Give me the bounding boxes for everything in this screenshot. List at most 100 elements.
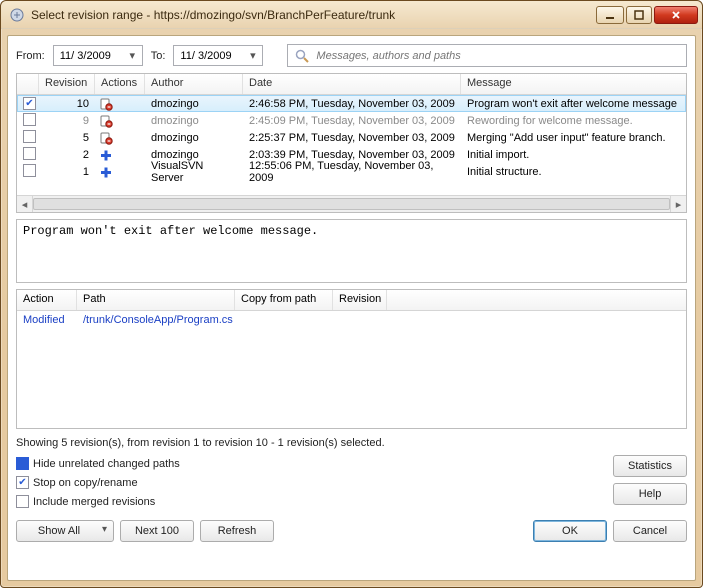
show-all-button[interactable]: Show All — [16, 520, 114, 542]
from-date-picker[interactable]: 11/ 3/2009 ▾ — [53, 45, 143, 66]
cell-message: Initial import. — [461, 148, 686, 162]
scroll-right-arrow-icon[interactable]: ▸ — [670, 196, 686, 212]
next-100-button[interactable]: Next 100 — [120, 520, 194, 542]
options-row: Hide unrelated changed paths ✔ Stop on c… — [16, 455, 687, 510]
cell-author: dmozingo — [145, 114, 243, 128]
to-date-picker[interactable]: 11/ 3/2009 ▾ — [173, 45, 263, 66]
cell-author: dmozingo — [145, 131, 243, 145]
maximize-button[interactable] — [626, 6, 652, 24]
cell-author: VisualSVN Server — [145, 159, 243, 185]
checkbox-checked-icon — [16, 457, 29, 470]
cell-author: dmozingo — [145, 97, 243, 111]
cell-path-rev — [333, 319, 387, 321]
col-revision[interactable]: Revision — [39, 74, 95, 94]
col-path[interactable]: Path — [77, 290, 235, 310]
path-row[interactable]: Modified/trunk/ConsoleApp/Program.cs — [17, 311, 686, 328]
cell-revision: 1 — [39, 165, 95, 179]
table-row[interactable]: ✔10 dmozingo2:46:58 PM, Tuesday, November… — [17, 95, 686, 112]
modify-icon — [99, 97, 113, 111]
col-copy-from[interactable]: Copy from path — [235, 290, 333, 310]
col-path-action[interactable]: Action — [17, 290, 77, 310]
cell-message: Program won't exit after welcome message — [461, 97, 686, 111]
cell-actions — [95, 113, 145, 129]
options-checks: Hide unrelated changed paths ✔ Stop on c… — [16, 455, 605, 510]
table-row[interactable]: 1VisualSVN Server12:55:06 PM, Tuesday, N… — [17, 163, 686, 180]
cell-date: 12:55:06 PM, Tuesday, November 03, 2009 — [243, 159, 461, 185]
search-input[interactable] — [316, 50, 680, 62]
col-author[interactable]: Author — [145, 74, 243, 94]
cell-actions — [95, 164, 145, 180]
col-message[interactable]: Message — [461, 74, 686, 94]
close-button[interactable] — [654, 6, 698, 24]
cell-actions — [95, 130, 145, 146]
stop-on-copy-label: Stop on copy/rename — [33, 477, 138, 489]
col-check[interactable] — [17, 74, 39, 94]
app-icon — [9, 7, 25, 23]
hide-unrelated-checkbox[interactable]: Hide unrelated changed paths — [16, 455, 605, 472]
to-label: To: — [151, 50, 166, 62]
include-merged-label: Include merged revisions — [33, 496, 155, 508]
cell-message: Initial structure. — [461, 165, 686, 179]
right-buttons-upper: Statistics Help — [613, 455, 687, 505]
from-label: From: — [16, 50, 45, 62]
filter-row: From: 11/ 3/2009 ▾ To: 11/ 3/2009 ▾ — [16, 44, 687, 67]
minimize-button[interactable] — [596, 6, 624, 24]
help-button[interactable]: Help — [613, 483, 687, 505]
ok-button[interactable]: OK — [533, 520, 607, 542]
cell-path: /trunk/ConsoleApp/Program.cs — [77, 313, 235, 327]
checkbox-unchecked-icon[interactable] — [23, 113, 36, 126]
col-date[interactable]: Date — [243, 74, 461, 94]
cell-date: 2:25:37 PM, Tuesday, November 03, 2009 — [243, 131, 461, 145]
bottom-button-row: Show All Next 100 Refresh OK Cancel — [16, 520, 687, 542]
cell-revision: 5 — [39, 131, 95, 145]
revision-body[interactable]: ✔10dmozingo2:46:58 PM, Tuesday, November… — [17, 95, 686, 195]
cell-revision: 2 — [39, 148, 95, 162]
cell-actions — [95, 147, 145, 163]
checkbox-unchecked-icon[interactable] — [23, 130, 36, 143]
col-actions[interactable]: Actions — [95, 74, 145, 94]
commit-message-panel[interactable]: Program won't exit after welcome message… — [16, 219, 687, 283]
checkbox-unchecked-icon[interactable] — [23, 164, 36, 177]
cell-revision: 10 — [39, 97, 95, 111]
cell-message: Merging "Add user input" feature branch. — [461, 131, 686, 145]
scroll-left-arrow-icon[interactable]: ◂ — [17, 196, 33, 212]
dialog-window: Select revision range - https://dmozingo… — [0, 0, 703, 588]
stop-on-copy-checkbox[interactable]: ✔ Stop on copy/rename — [16, 474, 605, 491]
to-date-value: 11/ 3/2009 — [180, 50, 231, 62]
window-buttons — [594, 6, 698, 24]
add-icon — [99, 148, 113, 162]
checkbox-checked-icon: ✔ — [16, 476, 29, 489]
table-row[interactable]: 5 dmozingo2:25:37 PM, Tuesday, November 0… — [17, 129, 686, 146]
paths-body[interactable]: Modified/trunk/ConsoleApp/Program.cs — [17, 311, 686, 328]
include-merged-checkbox[interactable]: Include merged revisions — [16, 493, 605, 510]
table-row[interactable]: 9dmozingo2:45:09 PM, Tuesday, November 0… — [17, 112, 686, 129]
cell-message: Rewording for welcome message. — [461, 114, 686, 128]
cancel-button[interactable]: Cancel — [613, 520, 687, 542]
cell-date: 2:45:09 PM, Tuesday, November 03, 2009 — [243, 114, 461, 128]
changed-paths-panel: Action Path Copy from path Revision Modi… — [16, 289, 687, 429]
from-date-value: 11/ 3/2009 — [60, 50, 111, 62]
chevron-down-icon: ▾ — [245, 47, 260, 64]
horizontal-scrollbar[interactable]: ◂ ▸ — [17, 195, 686, 212]
paths-header: Action Path Copy from path Revision — [17, 290, 686, 311]
revision-list: Revision Actions Author Date Message ✔10… — [16, 73, 687, 213]
checkbox-unchecked-icon[interactable] — [23, 147, 36, 160]
checkbox-unchecked-icon — [16, 495, 29, 508]
checkbox-checked-icon[interactable]: ✔ — [23, 97, 36, 110]
col-path-revision[interactable]: Revision — [333, 290, 387, 310]
window-title: Select revision range - https://dmozingo… — [31, 8, 594, 22]
cell-date: 2:46:58 PM, Tuesday, November 03, 2009 — [243, 97, 461, 111]
left-buttons: Show All Next 100 Refresh — [16, 520, 274, 542]
revision-header: Revision Actions Author Date Message — [17, 74, 686, 95]
add-icon — [99, 165, 113, 179]
cell-copy-from — [235, 319, 333, 321]
search-box[interactable] — [287, 44, 687, 67]
status-text: Showing 5 revision(s), from revision 1 t… — [16, 437, 687, 449]
col-rest[interactable] — [387, 290, 686, 310]
scrollbar-thumb[interactable] — [33, 198, 670, 210]
chevron-down-icon: ▾ — [125, 47, 140, 64]
titlebar: Select revision range - https://dmozingo… — [1, 1, 702, 29]
modify-icon — [99, 114, 113, 128]
refresh-button[interactable]: Refresh — [200, 520, 274, 542]
statistics-button[interactable]: Statistics — [613, 455, 687, 477]
